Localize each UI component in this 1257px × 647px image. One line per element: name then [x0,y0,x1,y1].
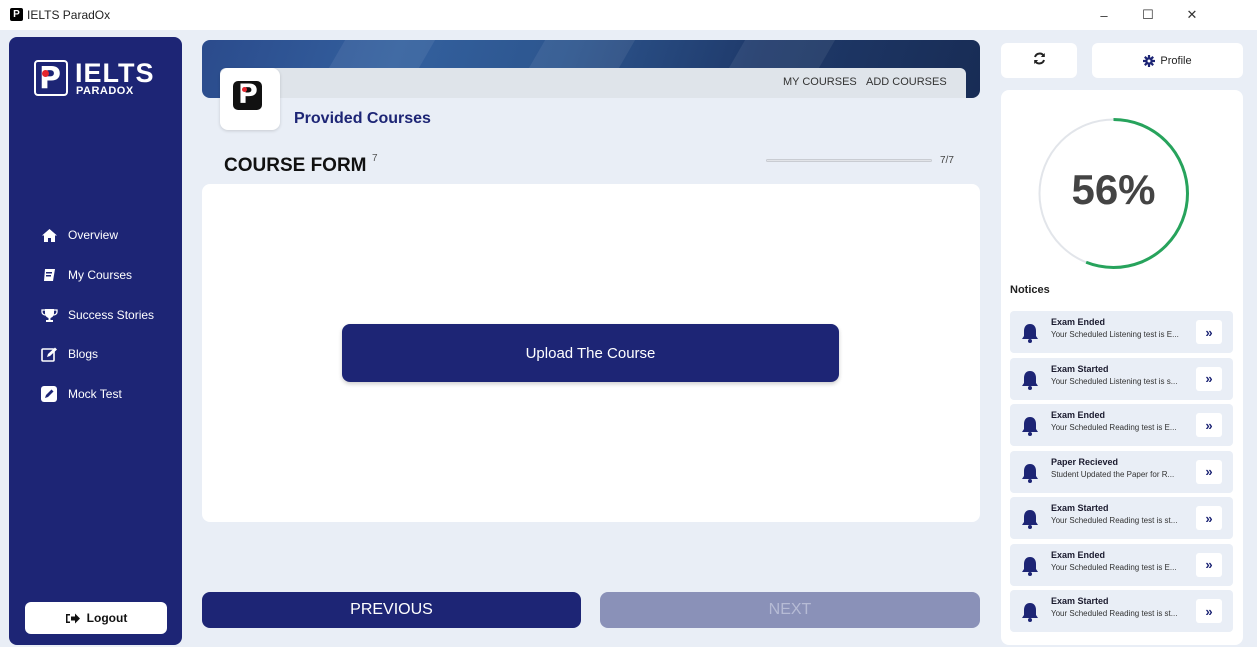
notice-open-button[interactable]: » [1196,413,1222,437]
sidebar-item-label: Overview [68,228,119,242]
notice-title: Exam Ended [1051,317,1106,327]
sidebar-item-label: My Courses [68,268,133,282]
notice-open-button[interactable]: » [1196,506,1222,530]
sidebar: P IELTS PARADOX Overview My Courses Succ… [9,37,182,645]
sidebar-item-my-courses[interactable]: My Courses [40,264,132,286]
bell-icon [1019,462,1041,489]
form-progress-bar [766,159,932,162]
bell-icon [1019,601,1041,628]
trophy-icon [40,307,58,323]
notice-title: Exam Started [1051,503,1109,513]
profile-button[interactable]: Profile [1092,43,1243,78]
sidebar-item-success-stories[interactable]: Success Stories [40,304,154,326]
bell-icon [1019,369,1041,396]
notice-text: Your Scheduled Listening test is s... [1051,376,1178,386]
form-progress-fill [767,160,931,161]
sidebar-item-label: Mock Test [68,387,122,401]
edit-icon [40,346,58,362]
logout-label: Logout [86,611,128,625]
notice-text: Your Scheduled Reading test is E... [1051,423,1177,432]
title-bar: P IELTS ParadOx – ☐ ✕ [0,0,1257,30]
book-icon [40,267,58,283]
notice-open-button[interactable]: » [1196,599,1222,623]
section-title: Provided Courses [294,110,431,127]
brand-logo: P IELTS PARADOX [34,58,154,100]
previous-button[interactable]: PREVIOUS [202,592,581,628]
notice-text: Your Scheduled Reading test is st... [1051,609,1178,618]
gear-icon [1143,54,1156,67]
notice-text: Your Scheduled Reading test is E... [1051,562,1177,572]
notices-title: Notices [1010,284,1050,296]
tab-my-courses[interactable]: MY COURSES [783,76,857,88]
course-logo-icon: P [220,68,280,130]
close-button[interactable]: ✕ [1170,2,1214,28]
next-button: NEXT [600,592,980,628]
form-title: COURSE FORM [224,155,367,176]
sidebar-item-blogs[interactable]: Blogs [40,343,98,365]
notice-text: Your Scheduled Listening test is E... [1051,330,1179,339]
refresh-button[interactable] [1001,43,1077,78]
sidebar-item-mock-test[interactable]: Mock Test [40,383,122,405]
notice-item: Exam Ended Your Scheduled Reading test is… [1010,543,1233,586]
window-title: IELTS ParadOx [27,8,111,22]
notice-item: Exam Ended Your Scheduled Reading test is… [1010,404,1233,446]
sidebar-item-overview[interactable]: Overview [40,224,118,246]
minimize-button[interactable]: – [1082,2,1126,28]
notice-title: Exam Started [1051,363,1109,374]
notice-text: Student Updated the Paper for R... [1051,469,1175,479]
bell-icon [1019,555,1041,582]
upload-course-button[interactable]: Upload The Course [342,324,839,382]
brand-mark-icon: P [34,60,68,96]
notice-item: Exam Ended Your Scheduled Listening test … [1010,311,1233,353]
home-icon [40,227,58,243]
refresh-icon [1033,52,1046,70]
app-logo-icon: P [10,8,23,21]
notice-item: Exam Started Your Scheduled Listening tes… [1010,357,1233,400]
brand-subtitle: PARADOX [76,85,134,97]
notice-title: Exam Ended [1051,549,1106,560]
notice-open-button[interactable]: » [1196,552,1222,577]
notice-title: Exam Ended [1051,410,1106,420]
pencil-icon [40,386,58,402]
notice-title: Exam Started [1051,596,1109,606]
notice-item: Exam Started Your Scheduled Reading test … [1010,590,1233,632]
progress-percent: 56% [1071,166,1156,213]
notice-item: Paper Recieved Student Updated the Paper … [1010,450,1233,493]
profile-label: Profile [1160,54,1192,67]
sidebar-item-label: Blogs [68,347,99,361]
notice-text: Your Scheduled Reading test is st... [1051,516,1178,525]
logout-button[interactable]: Logout [25,602,167,634]
form-progress-label: 7/7 [940,155,954,166]
bell-icon [1019,415,1041,442]
sign-out-icon [65,612,81,625]
notice-open-button[interactable]: » [1196,366,1222,391]
sidebar-item-label: Success Stories [68,308,155,322]
notice-title: Paper Recieved [1051,456,1119,467]
bell-icon [1019,508,1041,535]
maximize-button[interactable]: ☐ [1126,2,1170,28]
tab-add-courses[interactable]: ADD COURSES [866,76,947,88]
notice-open-button[interactable]: » [1196,320,1222,344]
notice-item: Exam Started Your Scheduled Reading test … [1010,497,1233,539]
bell-icon [1019,322,1041,349]
form-step-superscript: 7 [372,153,378,164]
notice-open-button[interactable]: » [1196,459,1222,484]
